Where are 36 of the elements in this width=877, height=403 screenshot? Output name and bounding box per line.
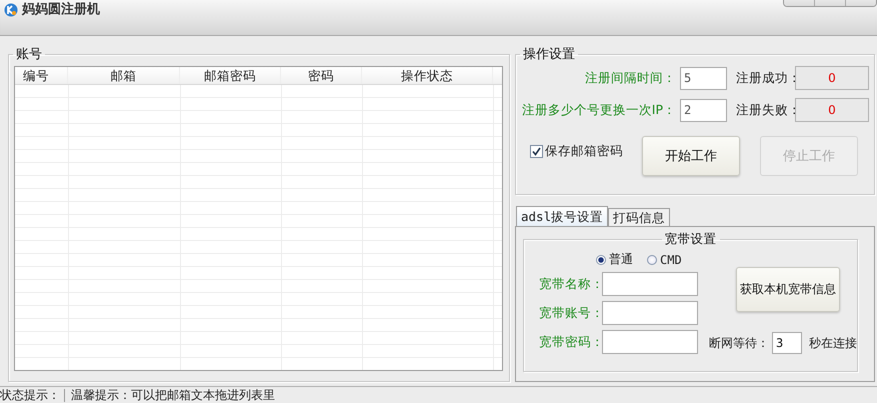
status-message: 温馨提示：可以把邮箱文本拖进列表里 <box>71 387 275 403</box>
field-label: 宽带名称： <box>539 276 602 292</box>
field-label: 注册多少个号更换一次IP： <box>521 102 676 118</box>
field-label: 断网等待： <box>709 334 769 352</box>
field-suffix: 秒在连接 <box>809 334 857 352</box>
column-header[interactable]: 邮箱 <box>68 67 180 84</box>
input-field[interactable] <box>602 301 698 325</box>
fetch-broadband-button[interactable]: 获取本机宽带信息 <box>736 267 840 312</box>
column-header[interactable]: 密码 <box>281 67 362 84</box>
group-title: 账号 <box>15 46 43 63</box>
field-label: 注册间隔时间： <box>584 70 676 86</box>
column-header[interactable]: 编号 <box>15 67 68 84</box>
save-password-checkbox[interactable]: 保存邮箱密码 <box>530 142 642 160</box>
status-label: 状态提示： <box>0 387 60 403</box>
field-label: 宽带密码： <box>539 334 602 350</box>
window-title: 妈妈圆注册机 <box>22 2 100 18</box>
accounts-list[interactable]: 编号 邮箱 邮箱密码 密码 操作状态 <box>14 66 503 371</box>
group-title: 宽带设置 <box>664 231 718 248</box>
counter-value: 0 <box>795 98 869 122</box>
tab[interactable]: adsl拔号设置 <box>516 206 608 226</box>
input-field[interactable]: 2 <box>680 98 727 122</box>
tab[interactable]: 打码信息 <box>608 208 670 226</box>
counter-value: 0 <box>795 66 869 90</box>
mode-radio[interactable]: CMD <box>647 251 682 268</box>
input-field[interactable] <box>602 272 698 296</box>
app-logo-icon <box>4 3 18 17</box>
start-button[interactable]: 开始工作 <box>642 136 740 176</box>
input-field[interactable] <box>602 330 698 354</box>
check-icon <box>532 146 541 156</box>
mode-radio[interactable]: 普通 <box>596 251 633 268</box>
field-label: 宽带账号： <box>539 304 602 322</box>
column-header[interactable]: 邮箱密码 <box>180 67 281 84</box>
group-title: 操作设置 <box>522 46 576 63</box>
column-header[interactable]: 操作状态 <box>362 67 493 84</box>
input-field[interactable]: 5 <box>680 66 727 90</box>
input-field[interactable]: 3 <box>772 332 802 354</box>
